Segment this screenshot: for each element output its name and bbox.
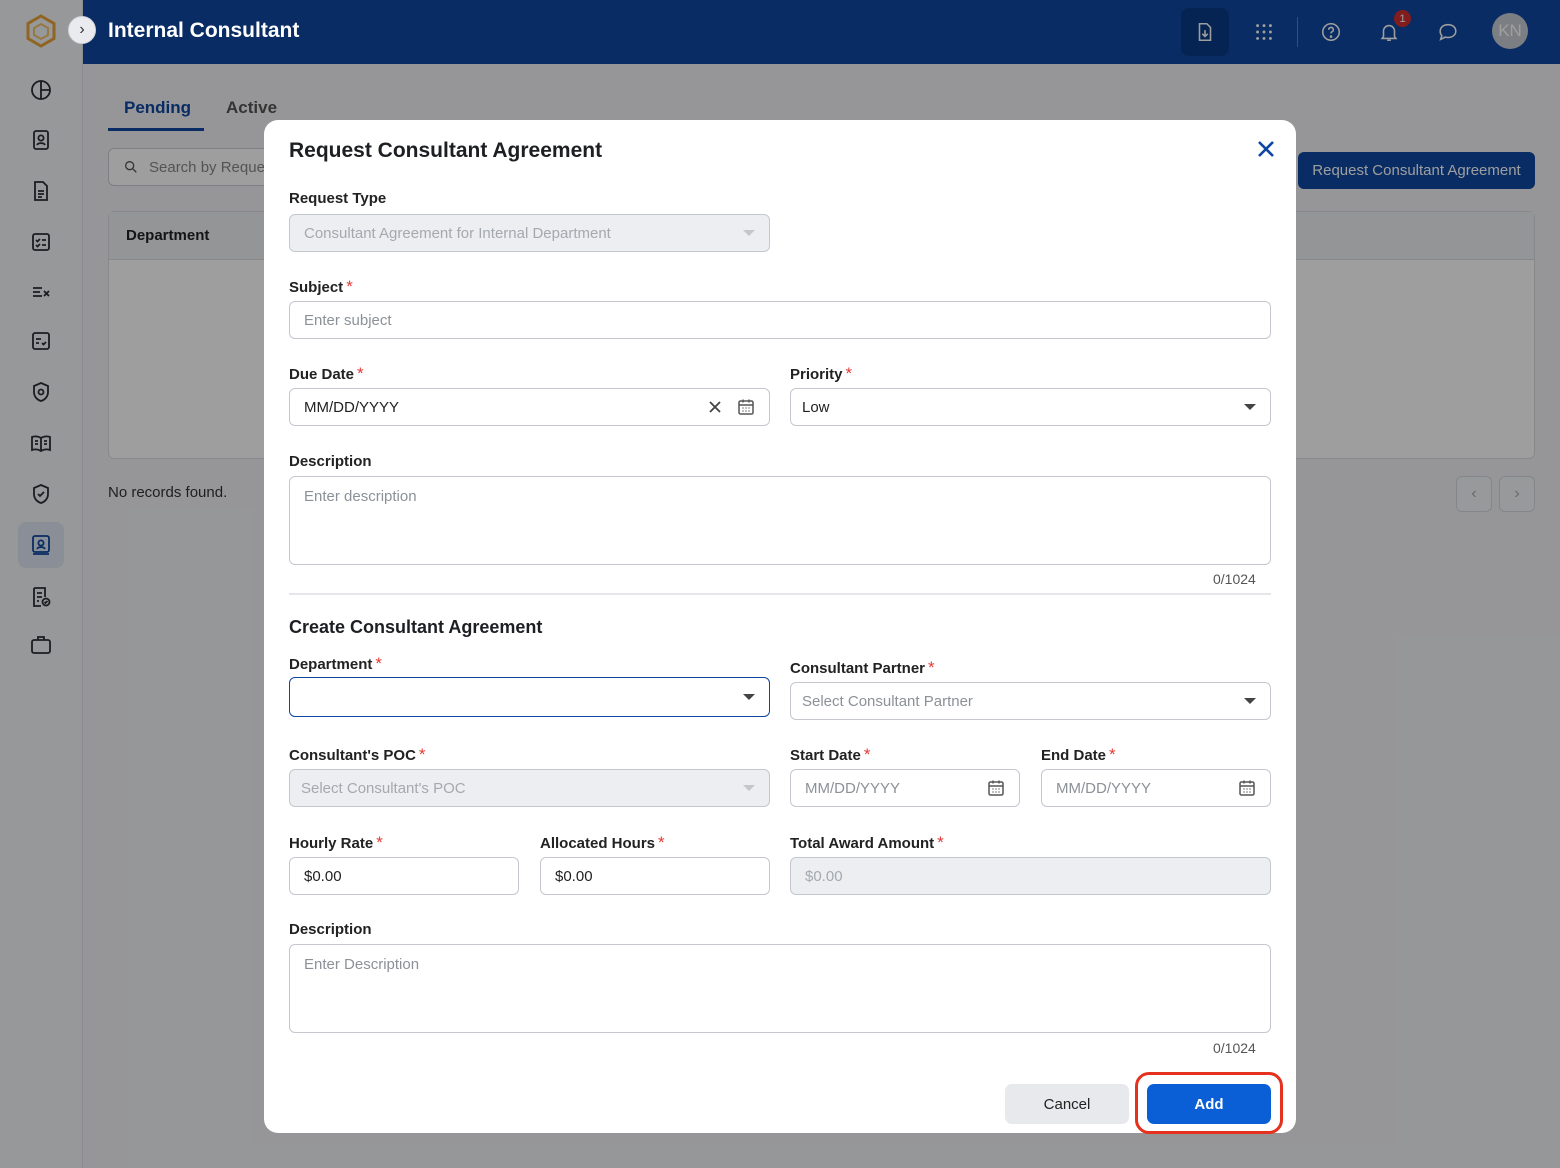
allocated-hours-value: $0.00 [555,867,593,885]
subject-placeholder: Enter subject [304,311,392,329]
add-button-highlight [1135,1072,1283,1134]
consultant-poc-label: Consultant's POC * [289,745,426,764]
department-label: Department * [289,654,382,673]
request-agreement-modal: Request Consultant Agreement Request Typ… [264,120,1296,1133]
close-icon [1258,141,1274,157]
department-select[interactable] [289,677,770,717]
page-title: Internal Consultant [108,19,300,42]
request-type-select: Consultant Agreement for Internal Depart… [289,214,770,252]
cancel-button[interactable]: Cancel [1005,1084,1129,1124]
chevron-down-icon [743,694,755,700]
due-date-input[interactable]: MM/DD/YYYY [289,388,770,426]
agreement-description-textarea[interactable]: Enter Description [289,944,1271,1033]
due-date-label: Due Date * [289,364,364,383]
allocated-hours-input[interactable]: $0.00 [540,857,770,895]
total-award-amount-input: $0.00 [790,857,1271,895]
chevron-right-icon: › [79,21,85,38]
end-date-input[interactable]: MM/DD/YYYY [1041,769,1271,807]
consultant-poc-select: Select Consultant's POC [289,769,770,807]
modal-title: Request Consultant Agreement [289,139,603,162]
start-date-input[interactable]: MM/DD/YYYY [790,769,1020,807]
close-button[interactable] [1254,137,1278,161]
request-type-value: Consultant Agreement for Internal Depart… [304,224,611,242]
consultant-partner-placeholder: Select Consultant Partner [802,692,973,710]
consultant-partner-select[interactable]: Select Consultant Partner [790,682,1271,720]
calendar-icon[interactable] [987,779,1005,797]
chevron-down-icon [1244,698,1256,704]
consultant-partner-label: Consultant Partner * [790,658,935,677]
hourly-rate-value: $0.00 [304,867,342,885]
priority-select[interactable]: Low [790,388,1271,426]
total-award-amount-label: Total Award Amount * [790,833,944,852]
priority-value: Low [802,398,830,416]
calendar-icon[interactable] [737,398,755,416]
hourly-rate-input[interactable]: $0.00 [289,857,519,895]
agreement-description-label: Description [289,921,372,938]
clear-icon[interactable] [707,399,723,415]
chevron-down-icon [1244,404,1256,410]
start-date-label: Start Date * [790,745,871,764]
subject-input[interactable]: Enter subject [289,301,1271,339]
agreement-description-counter: 0/1024 [1213,1040,1256,1056]
section-divider [289,593,1271,595]
end-date-label: End Date * [1041,745,1116,764]
agreement-description-placeholder: Enter Description [304,956,420,973]
chevron-down-icon [743,230,755,236]
request-type-label: Request Type [289,190,387,207]
consultant-poc-placeholder: Select Consultant's POC [301,779,466,797]
end-date-placeholder: MM/DD/YYYY [1056,779,1152,797]
chevron-down-icon [743,785,755,791]
total-award-amount-value: $0.00 [805,867,843,885]
description-textarea[interactable]: Enter description [289,476,1271,565]
section-title: Create Consultant Agreement [289,617,543,637]
sidebar-expand-button[interactable]: › [68,16,96,44]
subject-label: Subject * [289,277,353,296]
calendar-icon[interactable] [1238,779,1256,797]
description-counter: 0/1024 [1213,571,1256,587]
due-date-value: MM/DD/YYYY [304,398,400,416]
start-date-placeholder: MM/DD/YYYY [805,779,901,797]
description-placeholder: Enter description [304,488,417,505]
description-label: Description [289,453,372,470]
allocated-hours-label: Allocated Hours * [540,833,665,852]
hourly-rate-label: Hourly Rate * [289,833,383,852]
priority-label: Priority * [790,364,853,383]
